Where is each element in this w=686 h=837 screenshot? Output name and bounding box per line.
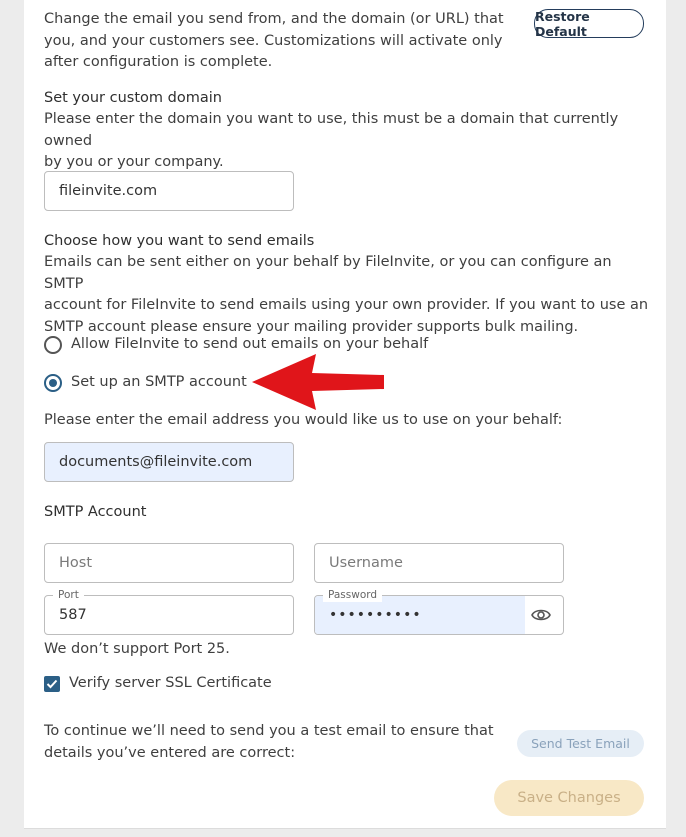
password-field[interactable]: •••••••••• Password [314, 588, 564, 635]
sender-email-input[interactable]: documents@fileinvite.com [44, 442, 294, 482]
radio-option-behalf[interactable]: Allow FileInvite to send out emails on y… [44, 334, 428, 356]
username-input[interactable]: Username [314, 543, 564, 583]
radio-label-smtp: Set up an SMTP account [71, 374, 247, 390]
port-note: We don’t support Port 25. [44, 641, 230, 657]
send-method-description: Emails can be sent either on your behalf… [44, 252, 654, 338]
radio-label-behalf: Allow FileInvite to send out emails on y… [71, 336, 429, 352]
description-line: Please enter the domain you want to use,… [44, 111, 619, 149]
ssl-label: Verify server SSL Certificate [69, 675, 272, 691]
custom-domain-description: Please enter the domain you want to use,… [44, 109, 654, 174]
radio-button-behalf[interactable] [44, 335, 62, 354]
custom-domain-heading: Set your custom domain [44, 90, 222, 106]
send-method-heading: Choose how you want to send emails [44, 233, 315, 249]
port-value: 587 [59, 607, 87, 623]
save-changes-button[interactable]: Save Changes [494, 780, 644, 816]
intro-line: you, and your customers see. Customizati… [44, 32, 503, 49]
email-settings-panel: Change the email you send from, and the … [24, 0, 666, 829]
radio-button-smtp[interactable] [44, 373, 62, 392]
intro-text: Change the email you send from, and the … [44, 9, 524, 74]
ssl-checkbox[interactable] [44, 675, 60, 692]
test-email-text: To continue we’ll need to send you a tes… [44, 721, 494, 764]
smtp-account-heading: SMTP Account [44, 504, 147, 520]
port-label: Port [53, 588, 84, 602]
test-line: details you’ve entered are correct: [44, 744, 296, 761]
intro-line: after configuration is complete. [44, 54, 273, 70]
check-icon [46, 679, 58, 689]
host-input[interactable]: Host [44, 543, 294, 583]
port-input[interactable]: Port 587 [44, 588, 294, 635]
red-arrow-icon [252, 354, 384, 410]
restore-default-button[interactable]: Restore Default [534, 9, 644, 39]
radio-selected-dot [49, 378, 57, 387]
radio-option-smtp[interactable]: Set up an SMTP account [44, 372, 247, 394]
email-prompt: Please enter the email address you would… [44, 412, 563, 428]
ssl-checkbox-row[interactable]: Verify server SSL Certificate [44, 673, 272, 695]
domain-input[interactable]: fileinvite.com [44, 171, 294, 211]
description-line: Emails can be sent either on your behalf… [44, 254, 612, 292]
password-label: Password [323, 588, 383, 602]
test-line: To continue we’ll need to send you a tes… [44, 723, 494, 739]
send-test-email-button[interactable]: Send Test Email [517, 730, 644, 757]
eye-icon[interactable] [531, 606, 551, 624]
intro-line: Change the email you send from, and the … [44, 11, 504, 27]
description-line: account for FileInvite to send emails us… [44, 297, 649, 313]
